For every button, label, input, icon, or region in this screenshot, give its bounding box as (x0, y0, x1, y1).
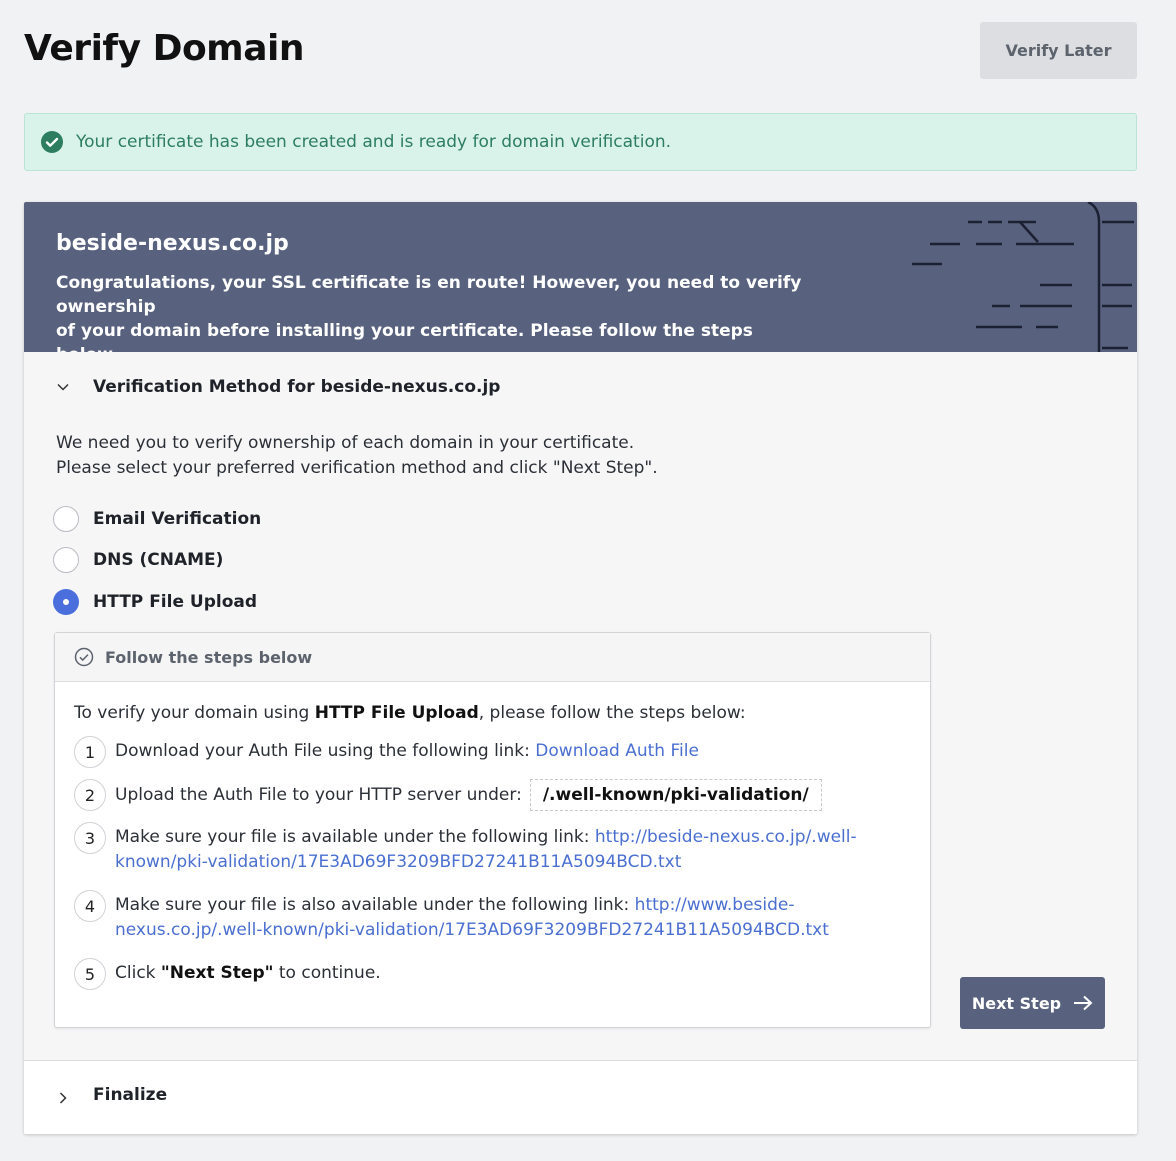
radio-email-verification[interactable]: Email Verification (53, 506, 261, 532)
step-1-text: Download your Auth File using the follow… (115, 741, 536, 761)
link-line-1: http://www.beside- (634, 895, 795, 915)
radio-label-dns: DNS (CNAME) (93, 550, 224, 570)
step-5-suffix: to continue. (273, 963, 381, 983)
radio-dns-cname[interactable]: DNS (CNAME) (53, 547, 223, 573)
radio-http-file-upload[interactable]: HTTP File Upload (53, 589, 257, 615)
step-2-text: Upload the Auth File to your HTTP server… (115, 785, 522, 805)
steps-intro-method: HTTP File Upload (314, 703, 479, 723)
radio-label-http: HTTP File Upload (93, 592, 258, 612)
intro-line-2: Please select your preferred verificatio… (56, 458, 658, 478)
step-number: 5 (74, 958, 106, 990)
finalize-header[interactable]: Finalize (24, 1060, 1137, 1134)
verification-intro: We need you to verify ownership of each … (56, 431, 658, 481)
step-5-bold: "Next Step" (160, 963, 274, 983)
steps-panel: Follow the steps below To verify your do… (54, 632, 931, 1028)
step-1: 1 Download your Auth File using the foll… (74, 736, 699, 768)
radio-button[interactable] (53, 506, 79, 532)
congrats-message: Congratulations, your SSL certificate is… (56, 271, 816, 352)
verification-card: beside-nexus.co.jp Congratulations, your… (24, 202, 1137, 1134)
step-4: 4 Make sure your file is also available … (74, 890, 829, 943)
step-text: Make sure your file is also available un… (115, 890, 829, 943)
next-step-label: Next Step (971, 993, 1062, 1013)
step-2: 2 Upload the Auth File to your HTTP serv… (74, 779, 822, 811)
step-text: Click "Next Step" to continue. (115, 958, 381, 990)
congrats-line-1: Congratulations, your SSL certificate is… (56, 273, 802, 317)
steps-intro: To verify your domain using HTTP File Up… (74, 703, 746, 723)
check-circle-icon (41, 131, 63, 153)
domain-title: beside-nexus.co.jp (56, 231, 289, 256)
step-number: 3 (74, 822, 106, 854)
step-5-prefix: Click (115, 963, 161, 983)
link-line-2: known/pki-validation/17E3AD69F3209BFD272… (115, 852, 682, 872)
finalize-title: Finalize (93, 1085, 168, 1105)
step-text: Download your Auth File using the follow… (115, 736, 699, 768)
verification-method-header[interactable]: Verification Method for beside-nexus.co.… (24, 352, 1137, 422)
step-number: 4 (74, 890, 106, 922)
success-alert: Your certificate has been created and is… (24, 113, 1137, 171)
chevron-down-icon (57, 383, 69, 391)
alert-message: Your certificate has been created and is… (76, 132, 672, 152)
step-3-text: Make sure your file is available under t… (115, 827, 595, 847)
intro-line-1: We need you to verify ownership of each … (56, 433, 635, 453)
auth-file-path-code: /.well-known/pki-validation/ (529, 779, 822, 811)
link-line-2: nexus.co.jp/.well-known/pki-validation/1… (115, 920, 829, 940)
step-text: Make sure your file is available under t… (115, 822, 857, 875)
radio-label-email: Email Verification (93, 509, 262, 529)
decorative-lines-graphic (912, 202, 1134, 352)
step-text: Upload the Auth File to your HTTP server… (115, 779, 822, 811)
verification-method-title: Verification Method for beside-nexus.co.… (93, 377, 501, 397)
steps-panel-title: Follow the steps below (105, 647, 313, 667)
step-number: 2 (74, 779, 106, 811)
next-step-button[interactable]: Next Step (960, 977, 1105, 1029)
download-auth-file-link[interactable]: Download Auth File (535, 741, 699, 761)
arrow-right-icon (1074, 995, 1093, 1011)
step-3: 3 Make sure your file is available under… (74, 822, 857, 875)
radio-button[interactable] (53, 547, 79, 573)
chevron-right-icon (59, 1092, 67, 1104)
check-circle-outline-icon (74, 647, 94, 667)
verify-later-button[interactable]: Verify Later (980, 22, 1137, 79)
step-4-text: Make sure your file is also available un… (115, 895, 635, 915)
page-title: Verify Domain (24, 28, 304, 69)
link-line-1: http://beside-nexus.co.jp/.well- (594, 827, 857, 847)
step-5: 5 Click "Next Step" to continue. (74, 958, 381, 990)
steps-intro-prefix: To verify your domain using (74, 703, 315, 723)
congrats-line-2: of your domain before installing your ce… (56, 321, 753, 352)
card-header: beside-nexus.co.jp Congratulations, your… (24, 202, 1137, 352)
radio-button-selected[interactable] (53, 589, 79, 615)
step-number: 1 (74, 736, 106, 768)
steps-panel-header: Follow the steps below (55, 633, 930, 682)
steps-intro-suffix: , please follow the steps below: (478, 703, 746, 723)
